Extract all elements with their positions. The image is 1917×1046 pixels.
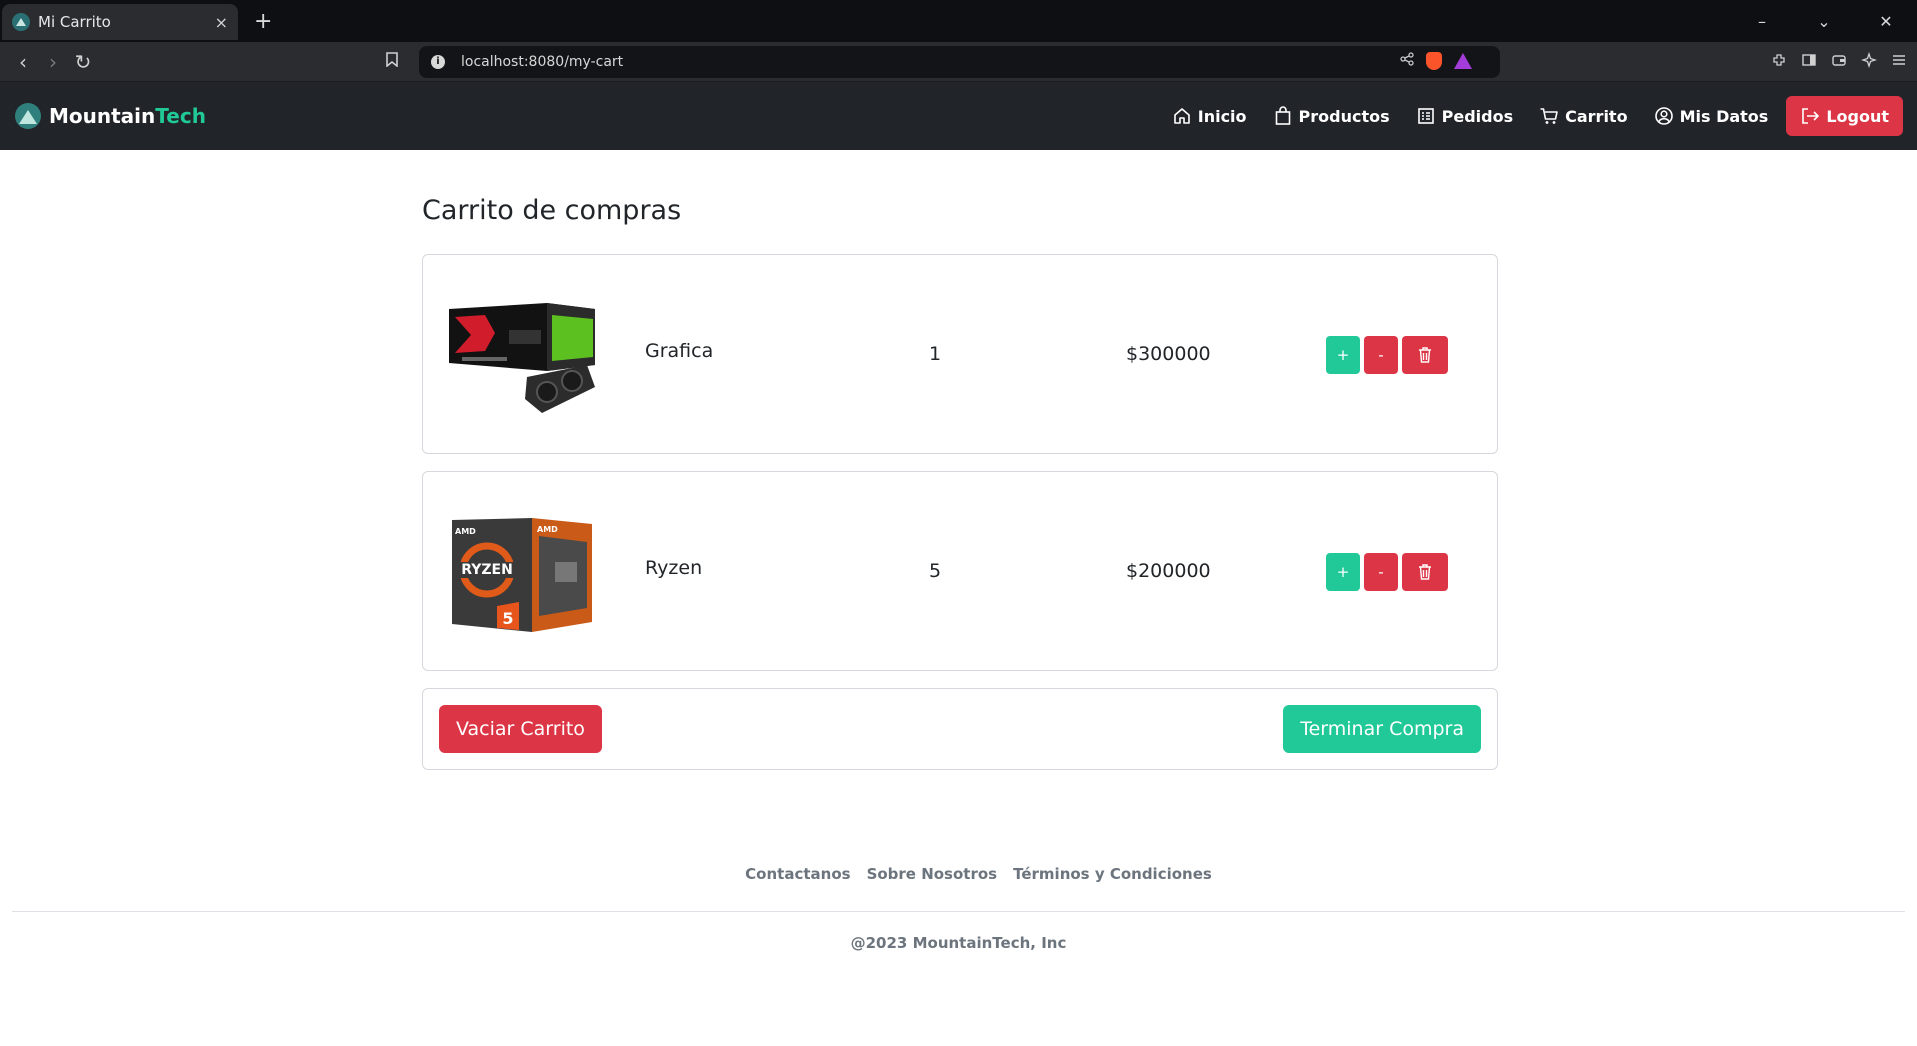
product-name: Grafica — [645, 340, 714, 362]
nav-link-carrito[interactable]: Carrito — [1539, 106, 1628, 126]
menu-icon[interactable] — [1891, 52, 1907, 72]
remove-item-button[interactable] — [1402, 553, 1448, 591]
site-navbar: MountainTech Inicio Productos Pedidos Ca… — [0, 82, 1917, 150]
page-title: Carrito de compras — [422, 195, 682, 226]
brave-shields-icon[interactable] — [1426, 52, 1442, 70]
item-actions: + - — [1326, 336, 1448, 374]
nav-link-label: Productos — [1298, 106, 1390, 126]
brand-link[interactable]: MountainTech — [15, 103, 206, 129]
minimize-button[interactable]: – — [1731, 12, 1793, 31]
bookmark-icon[interactable] — [386, 52, 398, 71]
sidebar-icon[interactable] — [1801, 52, 1817, 72]
tab-title: Mi Carrito — [38, 13, 111, 31]
checkout-button[interactable]: Terminar Compra — [1283, 705, 1481, 753]
extension-icons — [1771, 51, 1907, 72]
forward-arrow-icon[interactable]: › — [38, 50, 68, 74]
decrease-quantity-button[interactable]: - — [1364, 336, 1398, 374]
cart-item: RYZEN 5 AMD AMD Ryzen 5 $200000 + - — [422, 471, 1498, 671]
house-icon — [1173, 108, 1190, 124]
svg-text:RYZEN: RYZEN — [461, 562, 513, 578]
extensions-icon[interactable] — [1771, 52, 1787, 72]
product-price: $200000 — [1126, 560, 1211, 582]
mountain-logo-icon — [15, 103, 41, 129]
browser-tab[interactable]: Mi Carrito × — [2, 4, 238, 40]
increase-quantity-button[interactable]: + — [1326, 553, 1360, 591]
cart-actions-bar: Vaciar Carrito Terminar Compra — [422, 688, 1498, 770]
nav-link-inicio[interactable]: Inicio — [1172, 106, 1247, 126]
url-text[interactable]: localhost:8080/my-cart — [461, 54, 623, 70]
nav-links: Inicio Productos Pedidos Carrito Mis Dat… — [1146, 82, 1917, 150]
browser-toolbar: ‹ › ↻ i localhost:8080/my-cart — [0, 42, 1917, 82]
footer-link-terminos[interactable]: Términos y Condiciones — [1013, 865, 1212, 883]
product-quantity: 5 — [929, 560, 942, 582]
nav-link-label: Pedidos — [1441, 106, 1514, 126]
svg-text:5: 5 — [502, 609, 513, 628]
tab-close-icon[interactable]: × — [215, 13, 228, 32]
remove-item-button[interactable] — [1402, 336, 1448, 374]
list-icon — [1417, 108, 1434, 124]
tab-strip: Mi Carrito × + – ⌄ ✕ — [0, 0, 1917, 42]
site-info-icon[interactable]: i — [431, 55, 445, 69]
nav-link-productos[interactable]: Productos — [1273, 106, 1390, 126]
nav-link-pedidos[interactable]: Pedidos — [1416, 106, 1513, 126]
product-price: $300000 — [1126, 343, 1211, 365]
address-bar[interactable]: i localhost:8080/my-cart — [419, 46, 1500, 78]
increase-quantity-button[interactable]: + — [1326, 336, 1360, 374]
logout-icon — [1802, 108, 1820, 124]
logout-button[interactable]: Logout — [1786, 96, 1903, 136]
decrease-quantity-button[interactable]: - — [1364, 553, 1398, 591]
browser-window: Mi Carrito × + – ⌄ ✕ ‹ › ↻ i localhost:8… — [0, 0, 1917, 1046]
bag-icon — [1275, 106, 1290, 125]
wallet-icon[interactable] — [1831, 52, 1847, 72]
cart-icon — [1540, 108, 1558, 124]
svg-text:AMD: AMD — [455, 527, 476, 536]
maximize-button[interactable]: ⌄ — [1793, 12, 1855, 31]
back-arrow-icon[interactable]: ‹ — [8, 50, 38, 74]
window-controls: – ⌄ ✕ — [1731, 0, 1917, 42]
footer-link-sobre-nosotros[interactable]: Sobre Nosotros — [867, 865, 998, 883]
svg-text:AMD: AMD — [537, 525, 558, 534]
brand-name: MountainTech — [49, 104, 206, 128]
product-name: Ryzen — [645, 557, 703, 579]
clear-cart-button[interactable]: Vaciar Carrito — [439, 705, 602, 753]
share-icon[interactable] — [1400, 52, 1414, 70]
footer-links: Contactanos Sobre Nosotros Términos y Co… — [40, 865, 1917, 883]
logout-label: Logout — [1826, 106, 1889, 126]
nav-link-label: Carrito — [1565, 106, 1628, 126]
brave-rewards-icon[interactable] — [1454, 53, 1472, 69]
nav-link-label: Mis Datos — [1679, 106, 1769, 126]
cart-page: Carrito de compras Grafica 1 $300000 + - — [422, 195, 1498, 770]
ryzen-cpu-image: RYZEN 5 AMD AMD — [452, 518, 592, 632]
site-favicon-icon — [12, 13, 30, 31]
close-window-button[interactable]: ✕ — [1855, 12, 1917, 31]
trash-icon — [1419, 347, 1431, 363]
reload-icon[interactable]: ↻ — [68, 50, 98, 74]
graphics-card-image — [449, 303, 595, 413]
trash-icon — [1419, 564, 1431, 580]
leo-ai-icon[interactable] — [1860, 51, 1878, 72]
footer-link-contactanos[interactable]: Contactanos — [745, 865, 850, 883]
user-circle-icon — [1654, 107, 1673, 125]
cart-item: Grafica 1 $300000 + - — [422, 254, 1498, 454]
site-footer: Contactanos Sobre Nosotros Términos y Co… — [0, 865, 1917, 952]
new-tab-button[interactable]: + — [254, 9, 272, 34]
footer-divider — [12, 911, 1905, 912]
item-actions: + - — [1326, 553, 1448, 591]
nav-link-mis-datos[interactable]: Mis Datos — [1654, 106, 1769, 126]
product-quantity: 1 — [929, 343, 942, 365]
copyright-text: @2023 MountainTech, Inc — [850, 934, 1067, 952]
nav-link-label: Inicio — [1197, 106, 1247, 126]
